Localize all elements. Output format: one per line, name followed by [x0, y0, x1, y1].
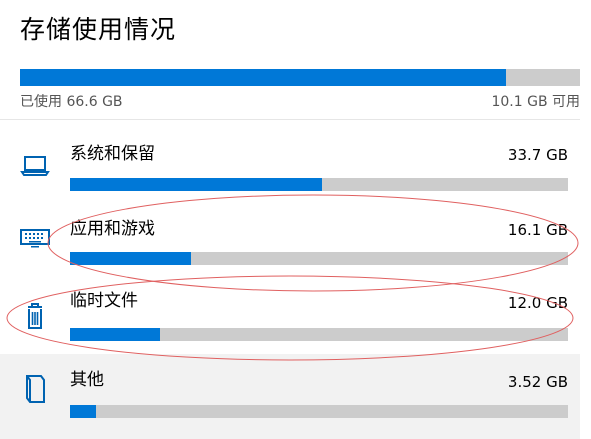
category-label: 其他 — [70, 370, 104, 390]
divider — [0, 119, 580, 120]
trash-icon — [19, 300, 51, 332]
laptop-icon — [19, 150, 51, 182]
total-storage-bar — [20, 69, 580, 86]
used-space-label: 已使用 66.6 GB — [20, 94, 123, 110]
category-usage-bar — [70, 328, 568, 341]
folder-icon — [19, 372, 51, 404]
category-usage-bar — [70, 178, 568, 191]
category-usage-bar — [70, 405, 568, 418]
category-size: 12.0 GB — [507, 294, 568, 312]
category-apps-games[interactable]: 应用和游戏 16.1 GB — [0, 208, 580, 286]
category-other[interactable]: 其他 3.52 GB — [0, 354, 580, 439]
category-usage-bar-fill — [70, 252, 191, 265]
category-label: 应用和游戏 — [70, 219, 155, 239]
keyboard-icon — [19, 222, 51, 254]
category-label: 系统和保留 — [70, 144, 155, 164]
page-title: 存储使用情况 — [20, 15, 177, 44]
category-usage-bar-fill — [70, 178, 322, 191]
category-usage-bar-fill — [70, 405, 97, 418]
category-label: 临时文件 — [70, 291, 138, 311]
total-storage-bar-fill — [20, 69, 507, 86]
category-size: 16.1 GB — [507, 221, 568, 239]
category-size: 33.7 GB — [507, 146, 568, 164]
category-usage-bar — [70, 252, 568, 265]
category-system-reserved[interactable]: 系统和保留 33.7 GB — [0, 130, 580, 208]
free-space-label: 10.1 GB 可用 — [491, 94, 580, 110]
category-usage-bar-fill — [70, 328, 161, 341]
category-temp-files[interactable]: 临时文件 12.0 GB — [0, 284, 580, 362]
category-size: 3.52 GB — [507, 373, 568, 391]
